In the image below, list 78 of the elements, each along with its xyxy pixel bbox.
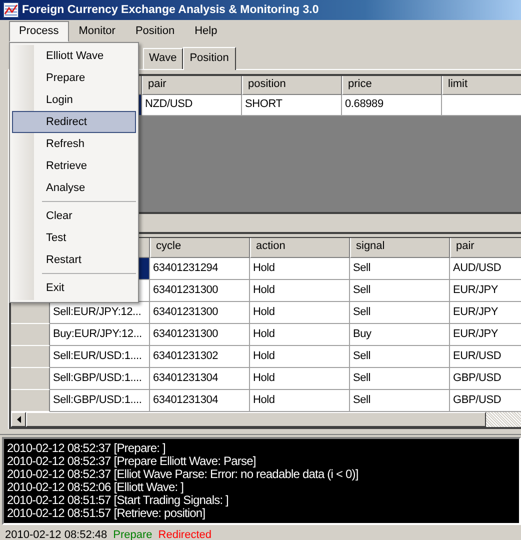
menu-item[interactable]: Help <box>184 20 228 42</box>
log-line: 2010-02-12 08:51:57 [Start Trading Signals: ] <box>7 494 230 507</box>
menu-item[interactable]: Monitor <box>68 20 126 42</box>
menu-item[interactable]: Test <box>12 227 136 249</box>
table-cell: Sell <box>350 390 450 412</box>
column-header[interactable]: pair <box>450 238 521 258</box>
table-cell: 0.68989 <box>342 95 442 116</box>
table-cell: 63401231300 <box>150 280 250 302</box>
table-cell: GBP/USD <box>450 368 521 390</box>
menu-item[interactable]: Retrieve <box>12 155 136 177</box>
table-cell: Hold <box>250 302 350 324</box>
menu-item[interactable]: Position <box>125 20 185 42</box>
table-cell: Hold <box>250 280 350 302</box>
column-header[interactable]: cycle <box>150 238 250 258</box>
table-cell: Buy:EUR/JPY:12... <box>50 324 150 346</box>
table-cell: EUR/JPY <box>450 324 521 346</box>
window-title: Foreign Currency Exchange Analysis & Monitoring 3.0 <box>22 4 319 16</box>
table-cell: Sell:GBP/USD:1.... <box>50 390 150 412</box>
log-line: 2010-02-12 08:52:37 [Prepare: ] <box>7 442 166 455</box>
table-cell: 63401231304 <box>150 368 250 390</box>
log-line: 2010-02-12 08:52:37 [Elliot Wave Parse: Error: no readable data (i < 0)] <box>7 468 360 481</box>
column-header[interactable]: position <box>242 76 342 95</box>
column-header[interactable]: limit <box>442 76 521 95</box>
table-cell: AUD/USD <box>450 258 521 280</box>
menu-item[interactable]: Analyse <box>12 177 136 199</box>
row-header[interactable] <box>11 368 50 390</box>
left-arrow-icon <box>16 416 20 423</box>
table-cell: Sell <box>350 258 450 280</box>
table-cell: 63401231302 <box>150 346 250 368</box>
table-cell: SHORT <box>242 95 342 116</box>
log-line: 2010-02-12 08:52:06 [Elliott Wave: ] <box>7 481 185 494</box>
table-cell: Sell <box>350 368 450 390</box>
table-cell: 63401231294 <box>150 258 250 280</box>
menu-item[interactable]: Exit <box>12 277 136 299</box>
table-cell: Hold <box>250 390 350 412</box>
menu-item[interactable]: Elliott Wave <box>12 45 136 67</box>
log-line: 2010-02-12 08:52:37 [Prepare Elliott Wave: Parse] <box>7 455 257 468</box>
table-cell: EUR/JPY <box>450 302 521 324</box>
column-header[interactable]: action <box>250 238 350 258</box>
table-cell: 63401231304 <box>150 390 250 412</box>
chart-icon <box>3 2 19 18</box>
table-cell: Hold <box>250 368 350 390</box>
column-header[interactable]: pair <box>142 76 242 95</box>
status-text: Redirected <box>158 529 212 540</box>
table-cell: 63401231300 <box>150 324 250 346</box>
menu-item[interactable]: Restart <box>12 249 136 271</box>
table-cell: Sell:GBP/USD:1.... <box>50 368 150 390</box>
row-header[interactable] <box>11 390 50 412</box>
menu-item[interactable]: Redirect <box>12 111 136 133</box>
row-header[interactable] <box>11 324 50 346</box>
table-cell: 63401231300 <box>150 302 250 324</box>
table-cell: Sell:EUR/JPY:12... <box>50 302 150 324</box>
table-cell: Buy <box>350 324 450 346</box>
status-text: Prepare <box>113 529 152 540</box>
menu-item[interactable]: Refresh <box>12 133 136 155</box>
table-cell: Sell:EUR/USD:1.... <box>50 346 150 368</box>
column-header[interactable]: price <box>342 76 442 95</box>
table-cell: GBP/USD <box>450 390 521 412</box>
tab[interactable]: Position <box>182 47 236 70</box>
status-text: 2010-02-12 08:52:48 <box>5 529 108 540</box>
table-cell: NZD/USD <box>142 95 242 116</box>
table-cell: Hold <box>250 258 350 280</box>
table-cell: Sell <box>350 346 450 368</box>
table-cell: EUR/JPY <box>450 280 521 302</box>
table-cell: Sell <box>350 302 450 324</box>
column-header[interactable]: signal <box>350 238 450 258</box>
scroll-left-button[interactable] <box>11 412 26 427</box>
table-cell: Sell <box>350 280 450 302</box>
row-header[interactable] <box>11 346 50 368</box>
row-header[interactable] <box>11 302 50 324</box>
menu-item[interactable]: Process <box>9 20 69 42</box>
log-line: 2010-02-12 08:51:57 [Retrieve: position] <box>7 507 206 520</box>
table-cell: EUR/USD <box>450 346 521 368</box>
menu-item[interactable]: Clear <box>12 205 136 227</box>
menu-item[interactable]: Login <box>12 89 136 111</box>
menu-item[interactable]: Prepare <box>12 67 136 89</box>
table-cell: Hold <box>250 324 350 346</box>
table-cell: Hold <box>250 346 350 368</box>
